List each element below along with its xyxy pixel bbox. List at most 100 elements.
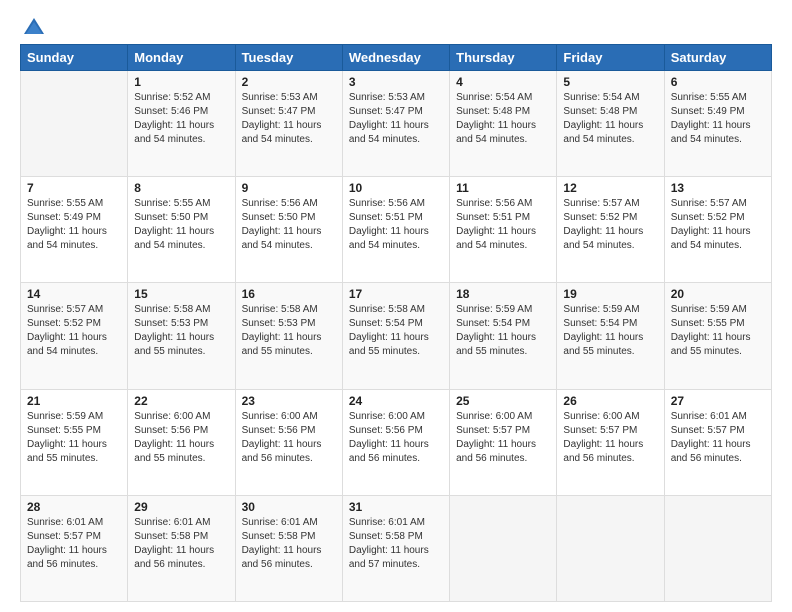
calendar-day-cell [21, 71, 128, 177]
calendar-day-cell: 8 Sunrise: 5:55 AMSunset: 5:50 PMDaylight… [128, 177, 235, 283]
day-number: 28 [27, 500, 121, 514]
day-number: 11 [456, 181, 550, 195]
weekday-header: Friday [557, 45, 664, 71]
day-number: 23 [242, 394, 336, 408]
calendar-day-cell [664, 495, 771, 601]
calendar-day-cell: 19 Sunrise: 5:59 AMSunset: 5:54 PMDayligh… [557, 283, 664, 389]
calendar-day-cell: 11 Sunrise: 5:56 AMSunset: 5:51 PMDayligh… [450, 177, 557, 283]
day-detail: Sunrise: 6:00 AMSunset: 5:57 PMDaylight:… [563, 410, 657, 466]
weekday-header: Saturday [664, 45, 771, 71]
day-detail: Sunrise: 6:01 AMSunset: 5:58 PMDaylight:… [242, 516, 336, 572]
day-detail: Sunrise: 6:01 AMSunset: 5:57 PMDaylight:… [27, 516, 121, 572]
day-detail: Sunrise: 5:55 AMSunset: 5:50 PMDaylight:… [134, 197, 228, 253]
calendar-week-row: 7 Sunrise: 5:55 AMSunset: 5:49 PMDaylight… [21, 177, 772, 283]
calendar-day-cell: 2 Sunrise: 5:53 AMSunset: 5:47 PMDaylight… [235, 71, 342, 177]
day-detail: Sunrise: 5:57 AMSunset: 5:52 PMDaylight:… [27, 303, 121, 359]
day-number: 8 [134, 181, 228, 195]
day-detail: Sunrise: 5:54 AMSunset: 5:48 PMDaylight:… [563, 91, 657, 147]
day-detail: Sunrise: 6:00 AMSunset: 5:57 PMDaylight:… [456, 410, 550, 466]
calendar-day-cell: 13 Sunrise: 5:57 AMSunset: 5:52 PMDayligh… [664, 177, 771, 283]
day-number: 2 [242, 75, 336, 89]
calendar-header-row: SundayMondayTuesdayWednesdayThursdayFrid… [21, 45, 772, 71]
calendar-day-cell: 3 Sunrise: 5:53 AMSunset: 5:47 PMDaylight… [342, 71, 449, 177]
day-detail: Sunrise: 6:01 AMSunset: 5:58 PMDaylight:… [349, 516, 443, 572]
day-number: 18 [456, 287, 550, 301]
day-detail: Sunrise: 5:57 AMSunset: 5:52 PMDaylight:… [563, 197, 657, 253]
calendar-day-cell: 29Sunrise: 6:01 AMSunset: 5:58 PMDayligh… [128, 495, 235, 601]
day-detail: Sunrise: 5:57 AMSunset: 5:52 PMDaylight:… [671, 197, 765, 253]
calendar-day-cell: 1Sunrise: 5:52 AMSunset: 5:46 PMDaylight… [128, 71, 235, 177]
day-detail: Sunrise: 5:56 AMSunset: 5:50 PMDaylight:… [242, 197, 336, 253]
calendar-week-row: 1Sunrise: 5:52 AMSunset: 5:46 PMDaylight… [21, 71, 772, 177]
calendar-day-cell: 30Sunrise: 6:01 AMSunset: 5:58 PMDayligh… [235, 495, 342, 601]
calendar-day-cell: 4 Sunrise: 5:54 AMSunset: 5:48 PMDaylight… [450, 71, 557, 177]
calendar-day-cell: 5 Sunrise: 5:54 AMSunset: 5:48 PMDaylight… [557, 71, 664, 177]
day-number: 13 [671, 181, 765, 195]
day-number: 31 [349, 500, 443, 514]
weekday-header: Tuesday [235, 45, 342, 71]
day-number: 21 [27, 394, 121, 408]
calendar-day-cell: 9 Sunrise: 5:56 AMSunset: 5:50 PMDaylight… [235, 177, 342, 283]
calendar-week-row: 21Sunrise: 5:59 AMSunset: 5:55 PMDayligh… [21, 389, 772, 495]
calendar-day-cell: 12 Sunrise: 5:57 AMSunset: 5:52 PMDayligh… [557, 177, 664, 283]
day-number: 7 [27, 181, 121, 195]
calendar-day-cell: 28 Sunrise: 6:01 AMSunset: 5:57 PMDayligh… [21, 495, 128, 601]
day-number: 14 [27, 287, 121, 301]
calendar-table: SundayMondayTuesdayWednesdayThursdayFrid… [20, 44, 772, 602]
day-number: 5 [563, 75, 657, 89]
calendar-day-cell: 22 Sunrise: 6:00 AMSunset: 5:56 PMDayligh… [128, 389, 235, 495]
day-detail: Sunrise: 5:56 AMSunset: 5:51 PMDaylight:… [349, 197, 443, 253]
day-detail: Sunrise: 5:58 AMSunset: 5:54 PMDaylight:… [349, 303, 443, 359]
day-detail: Sunrise: 5:59 AMSunset: 5:55 PMDaylight:… [671, 303, 765, 359]
day-number: 20 [671, 287, 765, 301]
calendar-day-cell: 24 Sunrise: 6:00 AMSunset: 5:56 PMDayligh… [342, 389, 449, 495]
day-number: 19 [563, 287, 657, 301]
day-detail: Sunrise: 5:55 AMSunset: 5:49 PMDaylight:… [27, 197, 121, 253]
calendar-week-row: 14 Sunrise: 5:57 AMSunset: 5:52 PMDayligh… [21, 283, 772, 389]
logo [20, 16, 46, 36]
calendar-day-cell: 25Sunrise: 6:00 AMSunset: 5:57 PMDayligh… [450, 389, 557, 495]
logo-icon [22, 16, 46, 36]
day-detail: Sunrise: 5:56 AMSunset: 5:51 PMDaylight:… [456, 197, 550, 253]
day-detail: Sunrise: 5:59 AMSunset: 5:54 PMDaylight:… [563, 303, 657, 359]
calendar-day-cell: 21Sunrise: 5:59 AMSunset: 5:55 PMDayligh… [21, 389, 128, 495]
weekday-header: Wednesday [342, 45, 449, 71]
header [20, 16, 772, 36]
calendar-day-cell: 7 Sunrise: 5:55 AMSunset: 5:49 PMDaylight… [21, 177, 128, 283]
day-detail: Sunrise: 6:01 AMSunset: 5:57 PMDaylight:… [671, 410, 765, 466]
day-detail: Sunrise: 5:58 AMSunset: 5:53 PMDaylight:… [242, 303, 336, 359]
day-number: 15 [134, 287, 228, 301]
calendar-day-cell: 23Sunrise: 6:00 AMSunset: 5:56 PMDayligh… [235, 389, 342, 495]
day-detail: Sunrise: 5:54 AMSunset: 5:48 PMDaylight:… [456, 91, 550, 147]
day-detail: Sunrise: 5:53 AMSunset: 5:47 PMDaylight:… [242, 91, 336, 147]
calendar-day-cell: 26 Sunrise: 6:00 AMSunset: 5:57 PMDayligh… [557, 389, 664, 495]
weekday-header: Monday [128, 45, 235, 71]
day-number: 9 [242, 181, 336, 195]
day-number: 24 [349, 394, 443, 408]
day-number: 4 [456, 75, 550, 89]
calendar-day-cell: 27 Sunrise: 6:01 AMSunset: 5:57 PMDayligh… [664, 389, 771, 495]
day-number: 16 [242, 287, 336, 301]
day-detail: Sunrise: 6:00 AMSunset: 5:56 PMDaylight:… [134, 410, 228, 466]
day-detail: Sunrise: 5:53 AMSunset: 5:47 PMDaylight:… [349, 91, 443, 147]
day-detail: Sunrise: 6:00 AMSunset: 5:56 PMDaylight:… [349, 410, 443, 466]
calendar-day-cell: 18Sunrise: 5:59 AMSunset: 5:54 PMDayligh… [450, 283, 557, 389]
day-number: 3 [349, 75, 443, 89]
page: SundayMondayTuesdayWednesdayThursdayFrid… [0, 0, 792, 612]
calendar-day-cell: 10 Sunrise: 5:56 AMSunset: 5:51 PMDayligh… [342, 177, 449, 283]
day-detail: Sunrise: 5:52 AMSunset: 5:46 PMDaylight:… [134, 91, 228, 147]
day-detail: Sunrise: 5:55 AMSunset: 5:49 PMDaylight:… [671, 91, 765, 147]
calendar-day-cell: 6Sunrise: 5:55 AMSunset: 5:49 PMDaylight… [664, 71, 771, 177]
day-number: 12 [563, 181, 657, 195]
calendar-day-cell: 17Sunrise: 5:58 AMSunset: 5:54 PMDayligh… [342, 283, 449, 389]
calendar-day-cell: 14 Sunrise: 5:57 AMSunset: 5:52 PMDayligh… [21, 283, 128, 389]
day-number: 26 [563, 394, 657, 408]
day-number: 22 [134, 394, 228, 408]
calendar-day-cell: 31 Sunrise: 6:01 AMSunset: 5:58 PMDayligh… [342, 495, 449, 601]
calendar-day-cell: 15Sunrise: 5:58 AMSunset: 5:53 PMDayligh… [128, 283, 235, 389]
calendar-day-cell [450, 495, 557, 601]
day-number: 10 [349, 181, 443, 195]
weekday-header: Sunday [21, 45, 128, 71]
calendar-day-cell: 16 Sunrise: 5:58 AMSunset: 5:53 PMDayligh… [235, 283, 342, 389]
day-number: 27 [671, 394, 765, 408]
